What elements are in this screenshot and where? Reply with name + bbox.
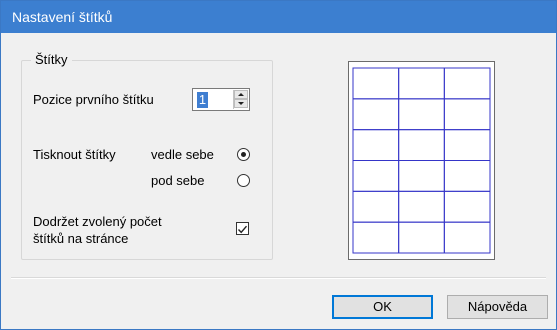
label-cell bbox=[398, 129, 445, 161]
label-cell bbox=[443, 98, 491, 131]
label-cell bbox=[398, 221, 445, 254]
spinner-buttons bbox=[233, 90, 248, 109]
label-cell bbox=[443, 160, 491, 192]
radio-label-side-by-side[interactable]: vedle sebe bbox=[151, 147, 214, 162]
radio-one-below-another[interactable] bbox=[237, 174, 250, 187]
keep-count-checkbox[interactable] bbox=[236, 222, 249, 235]
separator-line bbox=[11, 277, 546, 279]
radio-selected-dot-icon bbox=[241, 152, 246, 157]
print-mode-label: Tisknout štítky bbox=[33, 147, 116, 162]
title-bar[interactable]: Nastavení štítků bbox=[1, 1, 556, 33]
label-cell bbox=[398, 98, 445, 131]
first-label-position-label: Pozice prvního štítku bbox=[33, 92, 154, 107]
window-title: Nastavení štítků bbox=[12, 9, 113, 25]
dialog-window: Nastavení štítků Štítky Pozice prvního š… bbox=[0, 0, 557, 330]
label-cell bbox=[398, 160, 445, 192]
keep-count-label-line2[interactable]: štítků na stránce bbox=[33, 231, 128, 246]
groupbox-legend: Štítky bbox=[31, 52, 72, 67]
spinner-up-arrow-icon[interactable] bbox=[234, 90, 248, 99]
help-button[interactable]: Nápověda bbox=[447, 295, 548, 319]
ok-button[interactable]: OK bbox=[332, 295, 433, 319]
label-cell bbox=[352, 160, 400, 192]
label-cell bbox=[443, 221, 491, 254]
keep-count-label-line1[interactable]: Dodržet zvolený počet bbox=[33, 214, 162, 229]
label-cell bbox=[398, 67, 445, 100]
label-cell bbox=[352, 98, 400, 131]
checkmark-icon bbox=[237, 225, 248, 234]
spinner-down-arrow-icon[interactable] bbox=[234, 99, 248, 108]
label-cell bbox=[352, 190, 400, 223]
label-cell bbox=[443, 129, 491, 161]
label-cell bbox=[352, 129, 400, 161]
label-cell bbox=[352, 221, 400, 254]
first-label-position-value[interactable]: 1 bbox=[197, 92, 208, 108]
radio-side-by-side[interactable] bbox=[237, 148, 250, 161]
label-layout-preview bbox=[348, 61, 495, 260]
label-grid-preview bbox=[352, 67, 491, 254]
label-cell bbox=[443, 67, 491, 100]
radio-label-one-below-another[interactable]: pod sebe bbox=[151, 173, 205, 188]
label-cell bbox=[443, 190, 491, 223]
first-label-position-spinner[interactable]: 1 bbox=[192, 88, 250, 111]
label-cell bbox=[398, 190, 445, 223]
label-cell bbox=[352, 67, 400, 100]
